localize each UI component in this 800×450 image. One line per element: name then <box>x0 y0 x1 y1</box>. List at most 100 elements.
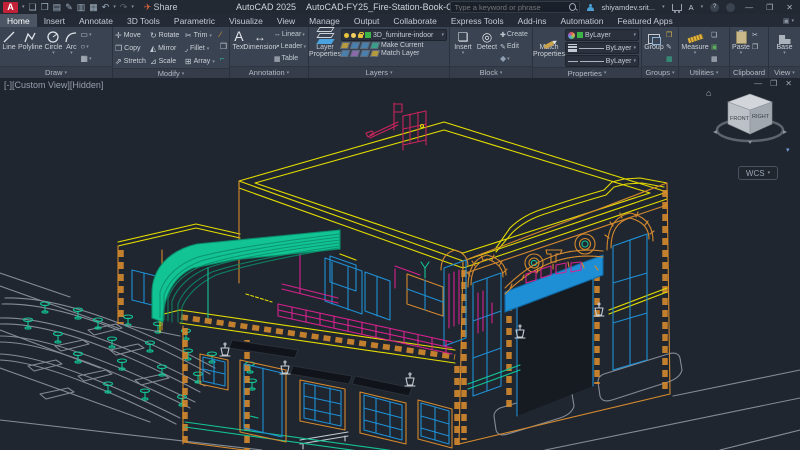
tab-add-ins[interactable]: Add-ins <box>511 14 554 27</box>
measure-button[interactable]: Measure▾ <box>681 29 709 57</box>
app-menu-caret-icon[interactable]: ▾ <box>22 4 25 10</box>
share-button[interactable]: ✈ Share <box>144 2 178 13</box>
mirror-button[interactable]: ◭Mirror <box>150 42 183 55</box>
ribbon-options-icon[interactable]: ▣ ▾ <box>783 14 800 27</box>
help-icon[interactable]: ? <box>710 3 719 12</box>
leader-button[interactable]: ↗Leader▾ <box>274 41 306 52</box>
quick-select-icon[interactable]: ▣ <box>711 41 718 52</box>
ungroup-icon[interactable]: ❒ <box>666 29 673 40</box>
maximize-button[interactable]: ❐ <box>763 3 776 12</box>
create-block-button[interactable]: ✚Create <box>500 29 528 40</box>
panel-label-groups[interactable]: Groups▾ <box>642 66 678 78</box>
viewcube-home-icon[interactable]: ⌂ <box>706 88 711 98</box>
table-button[interactable]: ▦Table <box>274 53 306 64</box>
tab-annotate[interactable]: Annotate <box>72 14 120 27</box>
offset-icon[interactable]: ⌐ <box>220 53 227 64</box>
tab-parametric[interactable]: Parametric <box>167 14 222 27</box>
save-icon[interactable]: ▤ <box>53 2 62 13</box>
panel-label-draw[interactable]: Draw▾ <box>0 66 112 78</box>
viewcube[interactable]: ⌂ FRONT RIGHT ▾ <box>704 82 796 164</box>
search-input[interactable] <box>451 3 569 11</box>
redo-icon[interactable]: ↷ <box>120 2 128 13</box>
panel-label-clipboard[interactable]: Clipboard <box>730 66 768 78</box>
copy-button[interactable]: ❐Copy <box>115 42 148 55</box>
line-button[interactable]: Line <box>2 29 16 51</box>
account-caret-icon[interactable]: ▾ <box>662 4 665 10</box>
viewcube-cube[interactable]: FRONT RIGHT <box>728 94 772 134</box>
panel-label-utilities[interactable]: Utilities▾ <box>679 66 729 78</box>
base-button[interactable]: Base▾ <box>774 29 796 57</box>
plot-icon[interactable]: ▥ <box>77 2 86 13</box>
panel-label-properties[interactable]: Properties▾ <box>533 67 641 78</box>
open-file-icon[interactable]: ❒ <box>41 2 49 13</box>
cut-icon[interactable]: ✂ <box>752 29 758 40</box>
print-icon[interactable]: ▦ <box>89 2 98 13</box>
tab-express-tools[interactable]: Express Tools <box>444 14 511 27</box>
redo-caret-icon[interactable]: ▾ <box>131 4 134 10</box>
layer-dropdown[interactable]: 3D_furniture-indoor ▾ <box>341 29 447 41</box>
edit-block-button[interactable]: ✎Edit <box>500 41 528 52</box>
tab-featured-apps[interactable]: Featured Apps <box>610 14 679 27</box>
erase-icon[interactable]: ∕ <box>220 29 227 40</box>
new-file-icon[interactable]: ❏ <box>29 2 37 13</box>
search-icon[interactable] <box>569 3 576 11</box>
autodesk-caret-icon[interactable]: ▾ <box>701 4 704 10</box>
account-name[interactable]: shiyamdev.srit... <box>601 3 655 12</box>
detect-button[interactable]: ◎ Detect <box>476 29 498 51</box>
trim-button[interactable]: ✂Trim▾ <box>185 29 218 42</box>
make-current-button[interactable]: Make Current <box>341 42 447 49</box>
tab-output[interactable]: Output <box>347 14 387 27</box>
wcs-dropdown[interactable]: WCS▾ <box>738 166 778 180</box>
object-color-dropdown[interactable]: ByLayer ▾ <box>565 29 639 41</box>
panel-label-view[interactable]: View▾ <box>769 66 800 78</box>
lineweight-dropdown[interactable]: ByLayer ▾ <box>565 42 639 54</box>
panel-label-annotation[interactable]: Annotation▾ <box>230 66 308 78</box>
hatch-tool-icon[interactable]: ▦▾ <box>80 53 91 64</box>
account-icon[interactable] <box>587 4 594 11</box>
copy-clip-icon[interactable]: ❐ <box>752 41 758 52</box>
undo-caret-icon[interactable]: ▾ <box>113 4 116 10</box>
move-button[interactable]: ✛Move <box>115 29 148 42</box>
circle-button[interactable]: Circle ▾ <box>45 29 63 57</box>
dimension-button[interactable]: ↔ Dimension <box>248 29 272 51</box>
tab-automation[interactable]: Automation <box>553 14 610 27</box>
drawing-viewport[interactable]: [-][Custom View][Hidden] — ❐ ✕ <box>0 78 800 450</box>
undo-icon[interactable]: ↶ <box>102 2 110 13</box>
tab-visualize[interactable]: Visualize <box>222 14 270 27</box>
tab-home[interactable]: Home <box>0 14 37 27</box>
match-properties-button[interactable]: MatchProperties <box>535 29 563 59</box>
paste-button[interactable]: Paste▾ <box>732 29 750 57</box>
rotate-button[interactable]: ↻Rotate <box>150 29 183 42</box>
panel-label-modify[interactable]: Modify▾ <box>113 68 229 78</box>
quick-calc-icon[interactable]: ▦ <box>711 53 718 64</box>
search-box[interactable] <box>450 1 580 13</box>
tab-collaborate[interactable]: Collaborate <box>386 14 443 27</box>
model-canvas[interactable] <box>0 78 800 450</box>
tab-insert[interactable]: Insert <box>37 14 72 27</box>
stretch-button[interactable]: ⇗Stretch <box>115 55 148 68</box>
rectangle-tool-icon[interactable]: ▭▾ <box>80 29 91 40</box>
linear-button[interactable]: ↔Linear▾ <box>274 29 306 40</box>
viewport-controls[interactable]: [-][Custom View][Hidden] <box>4 80 103 90</box>
layer-lock-icon[interactable] <box>358 34 363 38</box>
arc-button[interactable]: Arc ▾ <box>64 29 78 57</box>
group-edit-icon[interactable]: ✎ <box>666 41 673 52</box>
close-button[interactable]: ✕ <box>783 3 796 12</box>
tab-3d-tools[interactable]: 3D Tools <box>120 14 167 27</box>
autodesk-a-icon[interactable]: A <box>689 3 694 12</box>
layer-on-icon[interactable] <box>344 33 349 38</box>
layer-properties-button[interactable]: LayerProperties <box>311 29 339 59</box>
id-point-icon[interactable]: ❏ <box>711 29 718 40</box>
ellipse-tool-icon[interactable]: ○▾ <box>80 41 91 52</box>
group-button[interactable]: Group <box>644 29 664 51</box>
minimize-button[interactable]: — <box>742 3 756 12</box>
viewcube-menu-caret-icon[interactable]: ▾ <box>786 147 790 154</box>
assistant-icon[interactable] <box>726 3 735 12</box>
insert-button[interactable]: ❏ Insert▾ <box>452 29 474 57</box>
polyline-button[interactable]: Polyline <box>18 29 43 51</box>
explode-icon[interactable]: ❒ <box>220 41 227 52</box>
array-button[interactable]: ⊞Array▾ <box>185 55 218 68</box>
tab-view[interactable]: View <box>270 14 302 27</box>
group-toggle-icon[interactable]: ▦ <box>666 53 673 64</box>
panel-label-layers[interactable]: Layers▾ <box>309 66 449 78</box>
